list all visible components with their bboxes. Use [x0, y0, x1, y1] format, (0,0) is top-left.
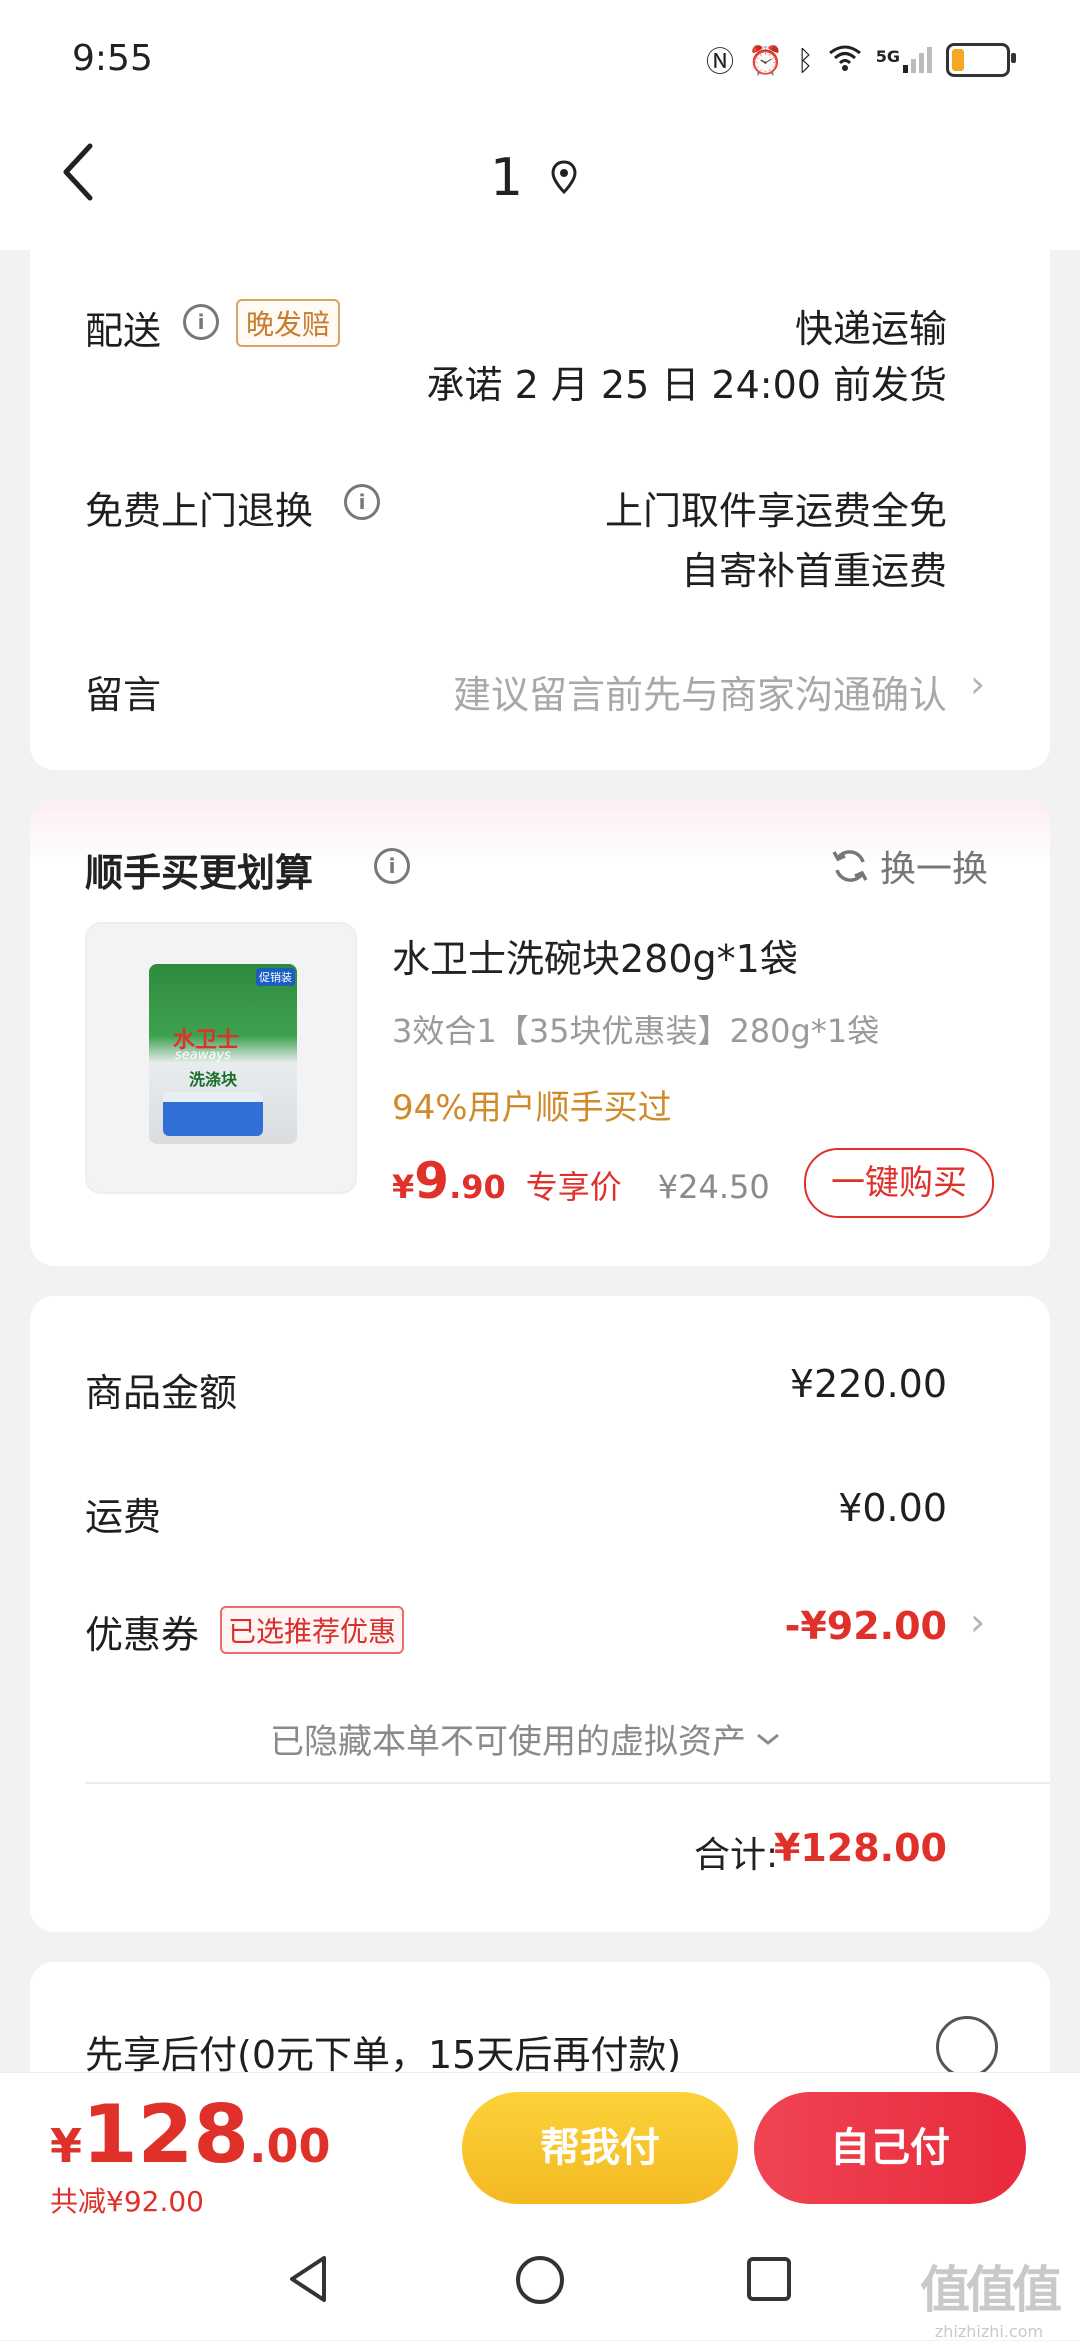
late-compensation-tag: 晚发赔: [236, 299, 341, 347]
status-icons: Ⓝ ⏰ ᛒ 5G: [706, 40, 1016, 80]
product-image[interactable]: 促销装 水卫士 seaways 洗涤块: [85, 922, 357, 1194]
addon-product-spec: 3效合1【35块优惠装】280g*1袋: [392, 1012, 880, 1050]
nav-back-icon[interactable]: [286, 2254, 330, 2304]
bluetooth-icon: ᛒ: [796, 43, 814, 77]
returns-line2: 自寄补首重运费: [680, 549, 947, 593]
nfc-icon: Ⓝ: [706, 45, 735, 78]
addon-social-proof: 94%用户顺手买过: [392, 1088, 672, 1128]
dishwasher-tablet: [163, 1092, 263, 1136]
hidden-assets-toggle[interactable]: 已隐藏本单不可使用的虚拟资产: [270, 1714, 782, 1763]
swap-button[interactable]: 换一换: [830, 840, 988, 892]
delivery-promise: 承诺 2 月 25 日 24:00 前发货: [426, 363, 947, 407]
product-package: 促销装 水卫士 seaways 洗涤块: [149, 964, 297, 1144]
total-label: 合计:: [694, 1835, 779, 1876]
bottom-total: ¥ 128 .00: [50, 2088, 331, 2181]
delivery-method: 快递运输: [794, 307, 947, 351]
package-brand-en: seaways: [175, 1048, 231, 1063]
refresh-icon: [832, 850, 868, 882]
coupon-label: 优惠券: [85, 1613, 200, 1657]
wifi-icon: [828, 43, 862, 78]
self-pay-button[interactable]: 自己付: [754, 2092, 1026, 2204]
hidden-assets-text: 已隐藏本单不可使用的虚拟资产: [270, 1722, 746, 1762]
battery-icon: [946, 43, 1016, 77]
delivery-info-icon[interactable]: i: [183, 304, 219, 340]
price-symbol: ¥: [392, 1168, 415, 1206]
message-label: 留言: [85, 673, 162, 717]
total-value: ¥128.00: [773, 1826, 947, 1870]
status-time: 9:55: [72, 38, 153, 79]
goods-amount-value: ¥220.00: [789, 1362, 947, 1406]
one-click-buy-button[interactable]: 一键购买: [804, 1148, 994, 1218]
coupon-value[interactable]: -¥92.00: [785, 1604, 947, 1648]
pay-later-label: 先享后付(0元下单，15天后再付款): [85, 2033, 682, 2077]
returns-line1: 上门取件享运费全免: [604, 489, 947, 533]
message-chevron-icon[interactable]: ›: [970, 662, 985, 706]
summary-divider: [85, 1782, 1050, 1784]
nav-bar: [0, 120, 1080, 250]
coupon-chevron-icon[interactable]: ›: [970, 1600, 985, 1644]
bottom-saved: 共减¥92.00: [50, 2185, 204, 2218]
back-icon[interactable]: [60, 142, 96, 213]
addon-title: 顺手买更划算: [85, 851, 314, 895]
bottom-symbol: ¥: [50, 2119, 83, 2173]
bottom-amount-dec: .00: [249, 2119, 331, 2173]
addon-product-name[interactable]: 水卫士洗碗块280g*1袋: [392, 928, 798, 983]
help-pay-button[interactable]: 帮我付: [462, 2092, 738, 2204]
coupon-tag: 已选推荐优惠: [220, 1606, 405, 1654]
shipping-label: 运费: [85, 1495, 162, 1539]
delivery-label: 配送: [85, 309, 162, 353]
package-name: 洗涤块: [189, 1070, 238, 1089]
swap-label: 换一换: [880, 849, 989, 890]
price-dec: .90: [449, 1168, 506, 1206]
package-badge: 促销装: [256, 968, 295, 986]
page-title: 1: [490, 148, 524, 208]
watermark-logo: 值值值 zhizhizhi.com: [920, 2261, 1062, 2341]
chevron-down-icon: [757, 1733, 779, 1745]
price-label: 专享价: [525, 1168, 622, 1206]
addon-info-icon[interactable]: i: [374, 848, 410, 884]
signal-icon: 5G: [876, 47, 932, 73]
shipping-value: ¥0.00: [838, 1486, 947, 1530]
returns-info-icon[interactable]: i: [344, 484, 380, 520]
nav-recents-icon[interactable]: [746, 2256, 792, 2302]
original-price: ¥24.50: [657, 1168, 770, 1206]
nav-home-icon[interactable]: [514, 2254, 566, 2306]
bottom-amount-int: 128: [82, 2088, 250, 2181]
returns-label: 免费上门退换: [85, 489, 314, 533]
goods-amount-label: 商品金额: [85, 1371, 238, 1415]
alarm-icon: ⏰: [748, 43, 783, 77]
price-int: 9: [414, 1152, 450, 1210]
addon-price: ¥ 9 .90 专享价 ¥24.50: [392, 1152, 770, 1210]
pay-later-radio[interactable]: [936, 2016, 998, 2078]
message-input[interactable]: 建议留言前先与商家沟通确认: [453, 664, 947, 719]
location-pin-icon[interactable]: [550, 160, 578, 194]
